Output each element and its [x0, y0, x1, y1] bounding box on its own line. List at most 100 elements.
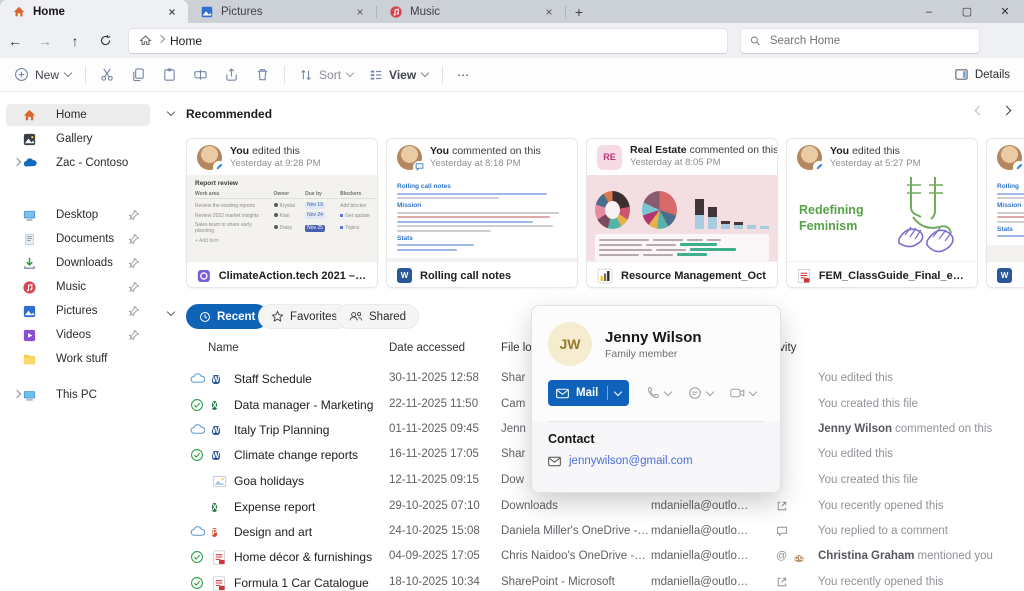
file-explorer-window: Home × Pictures × Music × + – ▢ ✕ ← → ↑: [0, 0, 1024, 591]
avatar-initials: JW: [548, 322, 592, 366]
chevron-right-icon: [156, 34, 166, 44]
column-date-accessed[interactable]: Date accessed: [389, 342, 465, 354]
sidebar-item-this-pc[interactable]: This PC: [6, 384, 150, 406]
table-row[interactable]: Formula 1 Car Catalogue 18-10-2025 10:34…: [156, 572, 1024, 591]
back-button[interactable]: ←: [0, 33, 30, 49]
recommended-card-fem-classguide[interactable]: You edited this Yesterday at 5:27 PM Rede…: [786, 138, 978, 288]
sidebar-item-zac-contoso[interactable]: Zac - Contoso: [6, 152, 150, 174]
sidebar-item-gallery[interactable]: Gallery: [6, 128, 150, 150]
home-icon: [13, 6, 25, 16]
close-button[interactable]: ✕: [986, 0, 1024, 23]
sidebar-item-work-stuff[interactable]: Work stuff: [6, 348, 150, 370]
home-icon: [139, 35, 152, 46]
home-icon: [23, 109, 36, 120]
chevron-down-icon[interactable]: [749, 387, 758, 396]
carousel-prev-icon[interactable]: [974, 105, 985, 116]
details-button[interactable]: Details: [954, 67, 1018, 82]
video-call-button[interactable]: [730, 387, 758, 399]
minimize-button[interactable]: –: [910, 0, 948, 23]
recommended-card-partial[interactable]: Rolling Mission Stats W: [986, 138, 1024, 288]
sidebar-item-downloads[interactable]: Downloads: [6, 252, 150, 274]
rename-button[interactable]: [185, 61, 216, 89]
tab-music[interactable]: Music ×: [377, 0, 565, 23]
synced-check-icon: [190, 398, 204, 412]
table-row[interactable]: X Expense report 29-10-2025 07:10 Downlo…: [156, 496, 1024, 521]
new-tab-button[interactable]: +: [566, 0, 592, 23]
card-action: commented on this: [689, 144, 778, 156]
sidebar-item-home[interactable]: Home: [6, 104, 150, 126]
contact-popup: JW Jenny Wilson Family member Mail Conta…: [531, 305, 781, 493]
sidebar-item-documents[interactable]: Documents: [6, 228, 150, 250]
word-icon: W: [397, 268, 412, 283]
file-name[interactable]: Design and art: [234, 525, 312, 539]
chevron-expand-icon[interactable]: [12, 157, 22, 166]
cut-icon: [101, 68, 113, 81]
sidebar-item-desktop[interactable]: Desktop: [6, 204, 150, 226]
chevron-expand-icon[interactable]: [12, 389, 22, 398]
more-button[interactable]: ⋯: [449, 61, 477, 89]
sort-button[interactable]: Sort: [291, 61, 361, 89]
mail-button[interactable]: Mail: [548, 380, 630, 406]
tab-close-icon[interactable]: ×: [164, 5, 180, 19]
tab-pictures[interactable]: Pictures ×: [188, 0, 376, 23]
filter-recent[interactable]: Recent: [186, 304, 269, 329]
navigation-bar: ← → ↑ Home: [0, 23, 1024, 58]
shared-by-email: mdaniella@outlo…: [651, 500, 749, 512]
view-button[interactable]: View: [361, 61, 436, 89]
breadcrumb-location[interactable]: Home: [170, 34, 202, 48]
cut-button[interactable]: [92, 61, 123, 89]
recommended-card-rolling-call-notes[interactable]: You commented on this Yesterday at 8:18 P…: [386, 138, 578, 288]
tab-close-icon[interactable]: ×: [352, 5, 368, 19]
sidebar-item-music[interactable]: Music: [6, 276, 150, 298]
loop-icon: [197, 269, 210, 282]
sidebar-item-videos[interactable]: Videos: [6, 324, 150, 346]
carousel-next-icon[interactable]: [1001, 105, 1012, 116]
new-button[interactable]: New: [6, 61, 79, 89]
details-label: Details: [974, 68, 1010, 81]
filter-shared[interactable]: Shared: [336, 304, 420, 329]
tab-home[interactable]: Home ×: [0, 0, 188, 23]
file-name[interactable]: Italy Trip Planning: [234, 423, 329, 437]
file-name[interactable]: Staff Schedule: [234, 372, 312, 386]
file-name[interactable]: Home décor & furnishings: [234, 550, 372, 564]
opened-icon: [776, 500, 788, 512]
collapse-chevron-icon[interactable]: [166, 307, 176, 317]
paste-button[interactable]: [154, 61, 185, 89]
pdf-icon: [212, 550, 226, 565]
table-row[interactable]: Home décor & furnishings 04-09-2025 17:0…: [156, 546, 1024, 571]
maximize-button[interactable]: ▢: [948, 0, 986, 23]
refresh-button[interactable]: [90, 34, 120, 47]
file-name[interactable]: Goa holidays: [234, 474, 304, 488]
delete-button[interactable]: [247, 61, 278, 89]
chevron-down-icon[interactable]: [664, 387, 673, 396]
forward-button[interactable]: →: [30, 33, 60, 49]
up-button[interactable]: ↑: [60, 33, 90, 49]
file-name[interactable]: Climate change reports: [234, 448, 358, 462]
call-button[interactable]: [646, 386, 673, 400]
collapse-chevron-icon[interactable]: [166, 107, 176, 117]
opened-icon: [776, 576, 788, 588]
chat-button[interactable]: [688, 386, 715, 400]
sidebar-item-label: Gallery: [56, 133, 93, 145]
file-name[interactable]: Formula 1 Car Catalogue: [234, 576, 369, 590]
excel-icon: X: [212, 503, 218, 512]
pdf-icon: [212, 576, 226, 591]
chevron-down-icon[interactable]: [614, 387, 623, 396]
recommended-section-header: Recommended: [156, 104, 1024, 126]
recommended-card-resource-management[interactable]: RE Real Estate commented on this Yesterda…: [586, 138, 778, 288]
share-button[interactable]: [216, 61, 247, 89]
search-box[interactable]: [740, 27, 980, 54]
column-name[interactable]: Name: [208, 342, 239, 354]
file-name[interactable]: Data manager - Marketing: [234, 398, 373, 412]
copy-button[interactable]: [123, 61, 154, 89]
breadcrumb[interactable]: Home: [128, 27, 728, 54]
file-name[interactable]: Expense report: [234, 500, 315, 514]
sidebar-item-pictures[interactable]: Pictures: [6, 300, 150, 322]
search-input[interactable]: [767, 33, 970, 48]
contact-email-link[interactable]: jennywilson@gmail.com: [569, 455, 693, 467]
recommended-card-climateaction[interactable]: You edited this Yesterday at 9:28 PM Repo…: [186, 138, 378, 288]
chevron-down-icon[interactable]: [706, 387, 715, 396]
tab-close-icon[interactable]: ×: [541, 5, 557, 19]
copy-icon: [133, 68, 144, 82]
table-row[interactable]: P Design and art 24-10-2025 15:08 Daniel…: [156, 521, 1024, 546]
